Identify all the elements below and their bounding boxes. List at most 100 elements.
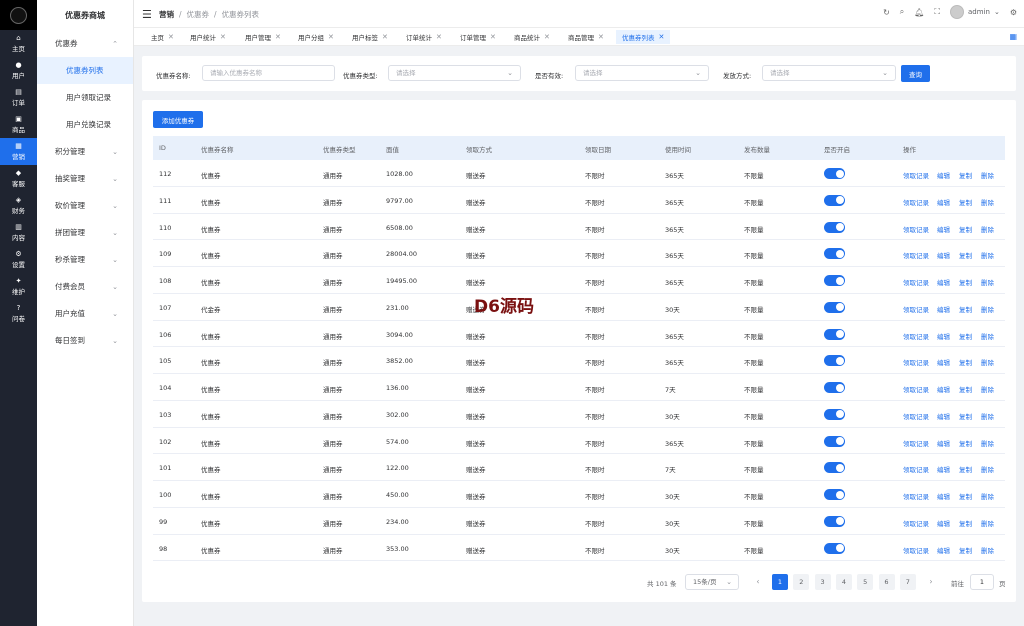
enable-toggle[interactable]: [824, 221, 845, 233]
tab-item[interactable]: 用户标签 ✕: [346, 30, 394, 44]
close-icon[interactable]: ✕: [490, 33, 496, 41]
enable-toggle[interactable]: [824, 328, 845, 340]
enable-toggle[interactable]: [824, 515, 845, 527]
enable-toggle[interactable]: [824, 355, 845, 367]
page-number-button[interactable]: 4: [835, 574, 852, 590]
action-link[interactable]: 编辑: [937, 384, 950, 394]
action-link[interactable]: 编辑: [937, 491, 950, 501]
action-link[interactable]: 领取记录: [903, 170, 929, 180]
rail-item-order[interactable]: ▤ 订单: [0, 84, 37, 111]
enable-toggle[interactable]: [824, 301, 845, 313]
fullscreen-icon[interactable]: ⛶: [934, 7, 940, 17]
close-icon[interactable]: ✕: [382, 33, 388, 41]
action-link[interactable]: 删除: [981, 438, 994, 448]
action-link[interactable]: 复制: [959, 250, 972, 260]
tab-item[interactable]: 用户分组 ✕: [292, 30, 340, 44]
action-link[interactable]: 编辑: [937, 438, 950, 448]
action-link[interactable]: 领取记录: [903, 518, 929, 528]
action-link[interactable]: 删除: [981, 491, 994, 501]
sidebar-sub-item[interactable]: 优惠券列表: [37, 57, 133, 84]
action-link[interactable]: 领取记录: [903, 304, 929, 314]
user-menu[interactable]: admin ⌄: [950, 5, 1000, 19]
rail-item-survey[interactable]: ? 问卷: [0, 300, 37, 327]
page-number-button[interactable]: 2: [793, 574, 810, 590]
action-link[interactable]: 领取记录: [903, 411, 929, 421]
sidebar-group[interactable]: 砍价管理 ⌄: [37, 192, 133, 219]
action-link[interactable]: 删除: [981, 464, 994, 474]
action-link[interactable]: 领取记录: [903, 491, 929, 501]
tab-item[interactable]: 商品统计 ✕: [508, 30, 556, 44]
sidebar-group[interactable]: 每日签到 ⌄: [37, 327, 133, 354]
action-link[interactable]: 删除: [981, 250, 994, 260]
action-link[interactable]: 领取记录: [903, 277, 929, 287]
page-number-button[interactable]: 1: [772, 574, 788, 590]
action-link[interactable]: 领取记录: [903, 464, 929, 474]
close-icon[interactable]: ✕: [275, 33, 281, 41]
sidebar-group[interactable]: 用户充值 ⌄: [37, 300, 133, 327]
rail-item-service[interactable]: ◆ 客服: [0, 165, 37, 192]
gear-icon[interactable]: ⚙: [1010, 8, 1017, 17]
rail-item-settings[interactable]: ⚙ 设置: [0, 246, 37, 273]
sidebar-group[interactable]: 抽奖管理 ⌄: [37, 165, 133, 192]
tab-item[interactable]: 用户管理 ✕: [239, 30, 287, 44]
goto-page-input[interactable]: 1: [970, 574, 994, 590]
page-number-button[interactable]: 7: [899, 574, 916, 590]
enable-toggle[interactable]: [824, 275, 845, 286]
action-link[interactable]: 删除: [981, 331, 994, 341]
enable-toggle[interactable]: [824, 408, 845, 420]
sidebar-group[interactable]: 拼团管理 ⌄: [37, 219, 133, 246]
query-button[interactable]: 查询: [901, 65, 930, 82]
action-link[interactable]: 复制: [959, 384, 972, 394]
action-link[interactable]: 编辑: [937, 357, 950, 367]
notification-icon[interactable]: 🔔︎: [914, 8, 924, 17]
action-link[interactable]: 复制: [959, 438, 972, 448]
tab-item[interactable]: 订单统计 ✕: [400, 30, 448, 44]
tab-item[interactable]: 主页 ✕: [145, 30, 180, 44]
close-icon[interactable]: ✕: [436, 33, 442, 41]
action-link[interactable]: 编辑: [937, 331, 950, 341]
menu-toggle-icon[interactable]: ☰: [142, 8, 152, 21]
page-number-button[interactable]: 6: [878, 574, 895, 590]
action-link[interactable]: 删除: [981, 170, 994, 180]
action-link[interactable]: 复制: [959, 464, 972, 474]
close-icon[interactable]: ✕: [220, 33, 226, 41]
action-link[interactable]: 复制: [959, 277, 972, 287]
action-link[interactable]: 编辑: [937, 545, 950, 555]
action-link[interactable]: 编辑: [937, 277, 950, 287]
next-page-icon[interactable]: ›: [923, 575, 939, 589]
action-link[interactable]: 领取记录: [903, 331, 929, 341]
action-link[interactable]: 删除: [981, 518, 994, 528]
action-link[interactable]: 领取记录: [903, 197, 929, 207]
action-link[interactable]: 复制: [959, 411, 972, 421]
page-size-select[interactable]: 15条/页 ⌄: [685, 574, 739, 590]
action-link[interactable]: 领取记录: [903, 250, 929, 260]
action-link[interactable]: 删除: [981, 277, 994, 287]
enable-toggle[interactable]: [824, 168, 845, 179]
prev-page-icon[interactable]: ‹: [750, 575, 766, 589]
rail-item-content[interactable]: ▥ 内容: [0, 219, 37, 246]
action-link[interactable]: 删除: [981, 224, 994, 234]
rail-item-finance[interactable]: ◈ 财务: [0, 192, 37, 219]
rail-item-user[interactable]: ● 用户: [0, 57, 37, 84]
close-icon[interactable]: ✕: [659, 33, 665, 41]
action-link[interactable]: 复制: [959, 304, 972, 314]
action-link[interactable]: 删除: [981, 197, 994, 207]
enable-toggle[interactable]: [824, 248, 845, 260]
action-link[interactable]: 编辑: [937, 197, 950, 207]
action-link[interactable]: 复制: [959, 224, 972, 234]
action-link[interactable]: 复制: [959, 331, 972, 341]
rail-item-home[interactable]: ⌂ 主页: [0, 30, 37, 57]
close-icon[interactable]: ✕: [598, 33, 604, 41]
action-link[interactable]: 领取记录: [903, 224, 929, 234]
action-link[interactable]: 领取记录: [903, 384, 929, 394]
sidebar-group[interactable]: 秒杀管理 ⌄: [37, 246, 133, 273]
sidebar-sub-item[interactable]: 用户兑换记录: [37, 111, 133, 138]
action-link[interactable]: 删除: [981, 384, 994, 394]
sidebar-sub-item[interactable]: 用户领取记录: [37, 84, 133, 111]
close-icon[interactable]: ✕: [168, 33, 174, 41]
action-link[interactable]: 复制: [959, 170, 972, 180]
action-link[interactable]: 删除: [981, 411, 994, 421]
action-link[interactable]: 删除: [981, 357, 994, 367]
enable-toggle[interactable]: [824, 194, 845, 206]
sidebar-group[interactable]: 优惠券 ⌃: [37, 30, 133, 57]
